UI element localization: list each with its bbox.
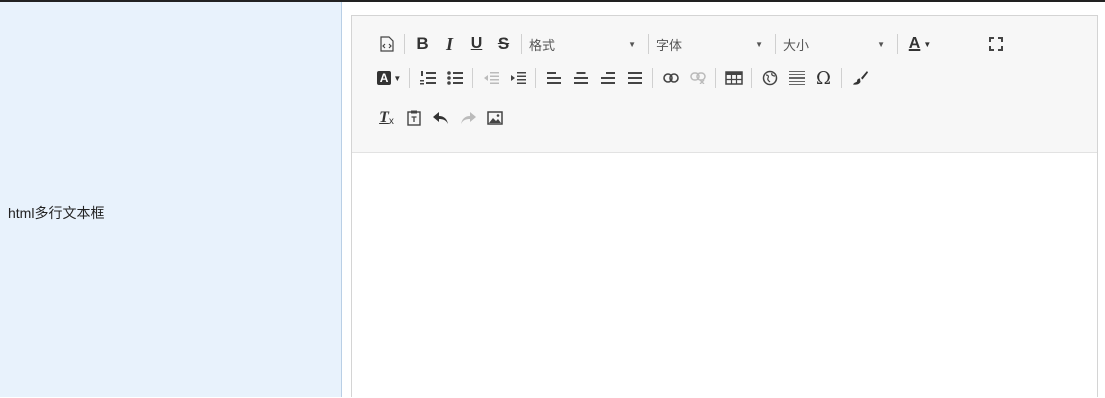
font-combo[interactable]: 字体 ▼: [653, 31, 771, 57]
omega-icon: Ω: [816, 67, 831, 89]
toolbar-row-3: Tx: [373, 105, 508, 131]
toolbar-separator: [409, 68, 410, 88]
chevron-down-icon: ▼: [755, 40, 763, 49]
size-combo-value: 大小: [783, 37, 810, 53]
source-icon: [379, 36, 394, 52]
toolbar-separator: [472, 68, 473, 88]
strikethrough-icon: S: [497, 34, 510, 53]
text-color-icon: A: [908, 35, 921, 52]
align-center-button[interactable]: [567, 65, 594, 91]
align-right-icon: [600, 72, 615, 84]
field-label: html多行文本框: [8, 205, 105, 221]
outdent-button[interactable]: [477, 65, 504, 91]
chevron-down-icon: ▼: [877, 40, 885, 49]
redo-button[interactable]: [454, 105, 481, 131]
underline-icon: U: [470, 35, 483, 52]
background-color-icon: A: [376, 71, 392, 85]
maximize-button[interactable]: [982, 31, 1009, 57]
format-combo-value: 格式: [529, 37, 556, 53]
indent-icon: [510, 72, 526, 84]
bulleted-list-button[interactable]: [441, 65, 468, 91]
unlink-icon: [689, 72, 706, 84]
remove-format-x-icon: x: [388, 115, 394, 127]
size-combo[interactable]: 大小 ▼: [780, 31, 893, 57]
toolbar-separator: [751, 68, 752, 88]
rich-text-editor: B I U S 格式 ▼ 字体 ▼ 大小 ▼ A ▼ A ▼ Ω T x: [351, 15, 1098, 397]
toolbar-separator: [648, 34, 649, 54]
align-justify-icon: [627, 72, 642, 84]
italic-button[interactable]: I: [436, 31, 463, 57]
toolbar-row-1: B I U S 格式 ▼ 字体 ▼ 大小 ▼ A ▼: [373, 31, 1009, 57]
paste-text-button[interactable]: [400, 105, 427, 131]
brush-icon: [852, 71, 868, 85]
remove-format-icon: T: [379, 109, 389, 126]
text-color-button[interactable]: A ▼: [902, 31, 938, 57]
maximize-icon: [988, 37, 1003, 51]
numbered-list-icon: [419, 71, 436, 85]
iframe-button[interactable]: [756, 65, 783, 91]
bold-button[interactable]: B: [409, 31, 436, 57]
toolbar-separator: [521, 34, 522, 54]
background-color-button[interactable]: A ▼: [373, 65, 405, 91]
font-combo-value: 字体: [656, 37, 683, 53]
horizontal-line-icon: [788, 71, 805, 85]
format-combo[interactable]: 格式 ▼: [526, 31, 644, 57]
undo-icon: [432, 112, 448, 124]
toolbar-separator: [404, 34, 405, 54]
link-button[interactable]: [657, 65, 684, 91]
special-char-button[interactable]: Ω: [810, 65, 837, 91]
editor-content-area[interactable]: [352, 153, 1097, 398]
align-justify-button[interactable]: [621, 65, 648, 91]
chevron-down-icon: ▼: [628, 40, 636, 49]
format-painter-button[interactable]: [846, 65, 873, 91]
toolbar-separator: [775, 34, 776, 54]
toolbar-separator: [715, 68, 716, 88]
align-left-button[interactable]: [540, 65, 567, 91]
image-button[interactable]: [481, 105, 508, 131]
toolbar-row-2: A ▼ Ω: [373, 65, 873, 91]
indent-button[interactable]: [504, 65, 531, 91]
toolbar-separator: [841, 68, 842, 88]
table-icon: [724, 71, 743, 85]
source-button[interactable]: [373, 31, 400, 57]
bold-icon: B: [416, 34, 429, 53]
globe-icon: [762, 70, 777, 86]
bulleted-list-icon: [446, 71, 463, 85]
clipboard-icon: [406, 110, 421, 126]
align-center-icon: [573, 72, 588, 84]
align-left-icon: [546, 72, 561, 84]
undo-button[interactable]: [427, 105, 454, 131]
align-right-button[interactable]: [594, 65, 621, 91]
remove-format-button[interactable]: Tx: [373, 105, 400, 131]
field-label-cell: html多行文本框: [0, 2, 342, 397]
table-button[interactable]: [720, 65, 747, 91]
chevron-down-icon: ▼: [393, 73, 402, 83]
strikethrough-button[interactable]: S: [490, 31, 517, 57]
horizontal-line-button[interactable]: [783, 65, 810, 91]
toolbar-separator: [535, 68, 536, 88]
numbered-list-button[interactable]: [414, 65, 441, 91]
toolbar-separator: [897, 34, 898, 54]
redo-icon: [460, 112, 476, 124]
image-icon: [486, 111, 503, 125]
underline-button[interactable]: U: [463, 31, 490, 57]
chevron-down-icon: ▼: [923, 39, 932, 49]
editor-toolbar: B I U S 格式 ▼ 字体 ▼ 大小 ▼ A ▼ A ▼ Ω T x: [352, 16, 1097, 153]
toolbar-separator: [652, 68, 653, 88]
italic-icon: I: [445, 33, 453, 54]
outdent-icon: [483, 72, 499, 84]
unlink-button[interactable]: [684, 65, 711, 91]
link-icon: [662, 73, 679, 83]
